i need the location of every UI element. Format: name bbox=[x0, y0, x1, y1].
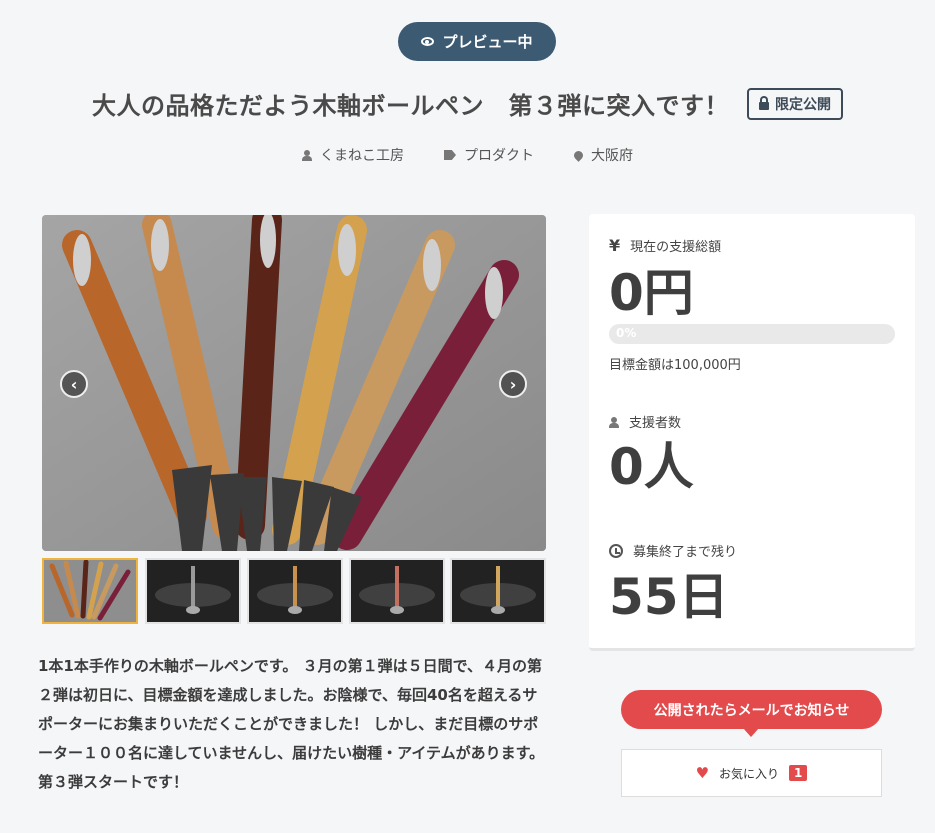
category-name: プロダクト bbox=[464, 148, 534, 164]
limited-public-badge: 限定公開 bbox=[747, 87, 843, 120]
heart-icon: ♥ bbox=[695, 764, 710, 782]
goal-amount: 目標金額は100,000円 bbox=[609, 358, 741, 373]
supporters-label-row: 支援者数 bbox=[609, 412, 681, 431]
progress-percent: 0% bbox=[616, 326, 637, 340]
remaining-value: 55日 bbox=[609, 568, 729, 626]
pens-photo bbox=[42, 215, 546, 551]
thumbnail[interactable] bbox=[42, 558, 138, 624]
main-project-image: ‹ › bbox=[42, 215, 546, 551]
gallery-thumbnails bbox=[42, 558, 546, 624]
yen-icon: ¥ bbox=[609, 236, 621, 255]
tag-icon bbox=[444, 150, 456, 160]
thumbnail[interactable] bbox=[450, 558, 546, 624]
amount-value: 0円 bbox=[609, 264, 694, 322]
clock-icon bbox=[609, 543, 623, 558]
funding-progress-bar: 0% bbox=[609, 324, 895, 344]
supporters-value: 0人 bbox=[609, 438, 694, 496]
eye-icon bbox=[421, 37, 435, 46]
project-meta: くまねこ工房 プロダクト 大阪府 bbox=[0, 145, 935, 165]
thumbnail[interactable] bbox=[145, 558, 241, 624]
supporters-label: 支援者数 bbox=[629, 416, 682, 431]
preview-badge: プレビュー中 bbox=[398, 22, 556, 61]
thumbnail[interactable] bbox=[349, 558, 445, 624]
remaining-label: 募集終了まで残り bbox=[633, 545, 738, 560]
favorite-label: お気に入り bbox=[719, 766, 780, 781]
location-link[interactable]: 大阪府 bbox=[572, 145, 633, 165]
amount-label: 現在の支援総額 bbox=[630, 240, 722, 255]
preview-label: プレビュー中 bbox=[442, 33, 533, 51]
notify-on-publish-button[interactable]: 公開されたらメールでお知らせ bbox=[621, 690, 882, 737]
thumbnail-image bbox=[147, 560, 239, 622]
funding-stats-card: ¥ 現在の支援総額 0円 0% 目標金額は100,000円 支援者数 0人 募集… bbox=[589, 214, 915, 651]
favorite-button[interactable]: ♥ お気に入り 1 bbox=[621, 749, 882, 797]
page-title: 大人の品格ただよう木軸ボールペン 第３弾に突入です！ bbox=[92, 92, 729, 120]
thumbnail-image bbox=[351, 560, 443, 622]
owner-name: くまねこ工房 bbox=[320, 148, 404, 164]
location-name: 大阪府 bbox=[591, 148, 633, 164]
map-pin-icon bbox=[572, 148, 585, 162]
title-row: 大人の品格ただよう木軸ボールペン 第３弾に突入です！ 限定公開 bbox=[0, 86, 935, 121]
thumbnail-image bbox=[44, 560, 136, 622]
thumbnail-image bbox=[452, 560, 544, 622]
thumbnail-image bbox=[249, 560, 341, 622]
category-link[interactable]: プロダクト bbox=[444, 145, 534, 165]
chevron-left-icon: ‹ bbox=[70, 374, 78, 394]
limited-label: 限定公開 bbox=[775, 96, 831, 113]
amount-label-row: ¥ 現在の支援総額 bbox=[609, 236, 721, 255]
gallery-prev-button[interactable]: ‹ bbox=[60, 370, 88, 398]
user-icon bbox=[302, 149, 312, 161]
remaining-label-row: 募集終了まで残り bbox=[609, 541, 737, 560]
favorite-count-badge: 1 bbox=[789, 765, 808, 781]
gallery-next-button[interactable]: › bbox=[499, 370, 527, 398]
owner-link[interactable]: くまねこ工房 bbox=[302, 145, 404, 165]
chevron-right-icon: › bbox=[509, 374, 517, 394]
user-icon bbox=[609, 416, 619, 428]
thumbnail[interactable] bbox=[247, 558, 343, 624]
lock-icon bbox=[759, 95, 769, 110]
project-description: 1本1本手作りの木軸ボールペンです。 ３月の第１弾は５日間で、４月の第２弾は初日… bbox=[38, 657, 545, 791]
